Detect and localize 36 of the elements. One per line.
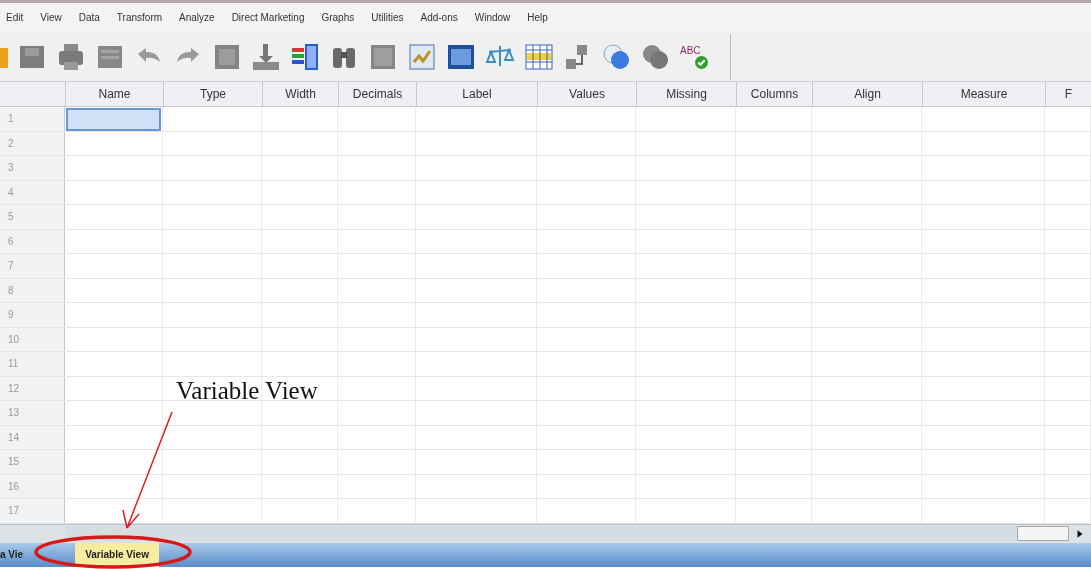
horizontal-scrollbar[interactable] [65, 526, 1017, 541]
column-header[interactable]: Measure [923, 82, 1046, 106]
circles-icon[interactable] [602, 41, 632, 72]
column-header[interactable]: F [1046, 82, 1091, 106]
column-header[interactable]: Align [813, 82, 923, 106]
chart-icon[interactable] [407, 41, 437, 72]
annotation-text: Variable View [176, 377, 318, 405]
column-header[interactable]: Width [263, 82, 339, 106]
menu-item[interactable]: Analyze [179, 12, 215, 23]
menu-item[interactable]: Data [78, 12, 100, 23]
menu-item[interactable]: Transform [116, 12, 163, 23]
menu-item[interactable]: View [40, 12, 62, 23]
menu-item[interactable]: Utilities [371, 12, 404, 23]
column-header[interactable]: Type [164, 82, 263, 106]
scroll-right-icon[interactable] [1075, 528, 1085, 539]
menu-item[interactable]: Add-ons [420, 12, 458, 23]
variables-icon[interactable] [290, 41, 320, 72]
selected-cell[interactable] [66, 108, 161, 131]
print-icon[interactable] [56, 41, 86, 72]
column-header[interactable]: Missing [637, 82, 737, 106]
column-header[interactable]: Values [538, 82, 637, 106]
column-header[interactable]: Label [417, 82, 538, 106]
column-header[interactable]: Name [66, 82, 164, 106]
check-icon [695, 55, 708, 69]
spell-check-button[interactable]: ABC [680, 41, 710, 72]
menu-item[interactable]: Window [474, 12, 511, 23]
table-icon[interactable] [524, 41, 554, 72]
menu-item[interactable]: Graphs [321, 12, 355, 23]
menu-item[interactable]: Help [527, 12, 548, 23]
scrollbar-thumb[interactable] [1017, 526, 1069, 541]
insert-icon[interactable] [251, 41, 281, 72]
menu-item[interactable]: Edit [6, 12, 24, 23]
view-tab[interactable]: a Vie [0, 542, 34, 567]
menu-item[interactable]: Direct Marketing [231, 12, 305, 23]
column-header[interactable]: Columns [737, 82, 813, 106]
column-header[interactable]: Decimals [339, 82, 417, 106]
